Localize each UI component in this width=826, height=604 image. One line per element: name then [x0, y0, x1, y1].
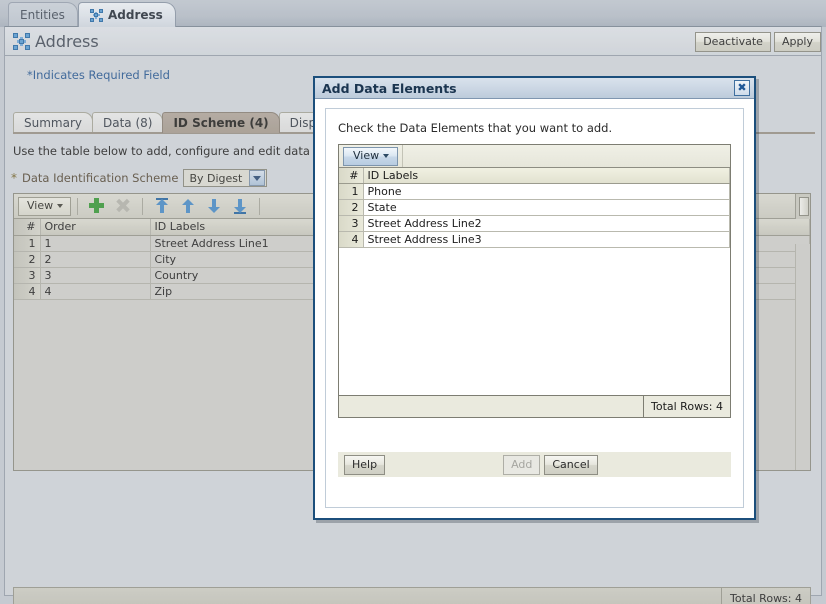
row-number: 2 — [339, 199, 364, 216]
cell-order[interactable]: 1 — [40, 235, 151, 252]
apply-button[interactable]: Apply — [773, 32, 821, 52]
header-button-group: Deactivate Apply — [695, 32, 821, 52]
dialog-footer: Help Add Cancel — [338, 452, 731, 477]
row-number: 3 — [339, 215, 364, 232]
page-title-nodes-icon — [13, 32, 30, 50]
close-icon[interactable]: ✖ — [734, 80, 750, 96]
table-vertical-scrollbar[interactable] — [795, 194, 810, 219]
row-number: 4 — [14, 283, 41, 300]
table-header-row: # ID Labels — [339, 168, 730, 184]
cell-id-label[interactable]: Phone — [363, 183, 730, 200]
data-identification-scheme-select[interactable]: By Digest — [183, 169, 268, 187]
dialog-title: Add Data Elements — [322, 80, 457, 96]
column-header-id-labels[interactable]: ID Labels — [363, 168, 730, 184]
move-up-icon[interactable] — [179, 197, 197, 215]
id-scheme-table-status-bar: Total Rows: 4 — [13, 587, 811, 604]
dialog-view-menu-label: View — [353, 148, 380, 162]
page-header: Address Deactivate Apply — [5, 27, 821, 56]
dialog-content-panel: Check the Data Elements that you want to… — [325, 108, 744, 508]
cell-order[interactable]: 2 — [40, 251, 151, 268]
data-elements-table: # ID Labels 1 Phone 2 State 3 Street Add… — [339, 168, 730, 248]
dialog-view-menu-button[interactable]: View — [343, 146, 399, 166]
table-scroll-track[interactable] — [795, 244, 810, 470]
table-row[interactable]: 2 State — [339, 199, 730, 216]
total-rows-label: Total Rows: 4 — [721, 588, 810, 604]
browser-tab-entities-label: Entities — [20, 8, 65, 22]
screen: Entities Address Address Deactivate Appl… — [0, 0, 826, 604]
row-number: 1 — [339, 183, 364, 200]
page-tabs: Summary Data (8) ID Scheme (4) Display (… — [13, 111, 366, 133]
row-number: 1 — [14, 235, 41, 252]
row-number: 2 — [14, 251, 41, 268]
add-icon[interactable] — [88, 197, 106, 215]
data-elements-table-status-bar: Total Rows: 4 — [339, 396, 730, 417]
column-header-num[interactable]: # — [339, 168, 364, 184]
browser-tab-entities[interactable]: Entities — [8, 2, 78, 27]
close-icon-glyph: ✖ — [737, 81, 747, 94]
tab-id-scheme-label: ID Scheme (4) — [173, 116, 269, 130]
chevron-down-icon — [57, 203, 64, 208]
nodes-icon — [90, 8, 103, 22]
cell-id-label[interactable]: Street Address Line2 — [363, 215, 730, 232]
move-to-top-icon[interactable] — [153, 197, 171, 215]
deactivate-button[interactable]: Deactivate — [695, 32, 771, 52]
data-identification-scheme-label: Data Identification Scheme — [22, 171, 179, 185]
data-identification-scheme-field: * Data Identification Scheme By Digest — [11, 169, 268, 187]
chevron-down-icon[interactable] — [249, 170, 266, 186]
toolbar-divider — [259, 197, 261, 215]
table-row[interactable]: 3 Street Address Line2 — [339, 215, 730, 232]
tab-summary[interactable]: Summary — [13, 112, 93, 133]
tab-summary-label: Summary — [24, 116, 82, 130]
cell-id-label[interactable]: State — [363, 199, 730, 216]
dialog-prompt: Check the Data Elements that you want to… — [338, 121, 613, 135]
move-down-icon[interactable] — [205, 197, 223, 215]
column-header-order[interactable]: Order — [40, 219, 151, 236]
help-button[interactable]: Help — [344, 454, 386, 475]
table-row[interactable]: 1 Phone — [339, 183, 730, 200]
toolbar-divider — [77, 197, 79, 215]
tab-id-scheme[interactable]: ID Scheme (4) — [162, 112, 280, 133]
cell-order[interactable]: 3 — [40, 267, 151, 284]
table-row[interactable]: 4 Street Address Line3 — [339, 231, 730, 248]
data-identification-scheme-value: By Digest — [189, 171, 243, 185]
browser-tab-address-label: Address — [108, 8, 163, 22]
column-header-num[interactable]: # — [14, 219, 41, 236]
view-menu-label: View — [27, 198, 54, 212]
tab-data-label: Data (8) — [103, 116, 153, 130]
add-button[interactable]: Add — [503, 454, 541, 475]
browser-tab-strip: Entities Address — [0, 0, 826, 27]
scrollbar-thumb[interactable] — [799, 197, 809, 216]
view-menu-button[interactable]: View — [18, 196, 72, 216]
browser-tab-address[interactable]: Address — [78, 2, 176, 27]
dialog-title-bar: Add Data Elements ✖ — [315, 78, 754, 99]
data-elements-table-toolbar: View — [339, 145, 730, 168]
move-to-bottom-icon[interactable] — [231, 197, 249, 215]
dialog-total-rows-label: Total Rows: 4 — [643, 396, 730, 417]
dialog-body: Check the Data Elements that you want to… — [315, 100, 754, 518]
page-title: Address — [35, 31, 99, 51]
row-number: 3 — [14, 267, 41, 284]
cell-order[interactable]: 4 — [40, 283, 151, 300]
required-field-note: *Indicates Required Field — [27, 68, 170, 82]
required-marker: * — [11, 171, 17, 185]
add-data-elements-dialog: Add Data Elements ✖ Check the Data Eleme… — [313, 76, 756, 520]
table-empty-area — [339, 248, 730, 396]
chevron-down-icon — [383, 153, 390, 158]
data-elements-table-panel: View # ID Labels 1 Phone 2 State 3 Stree… — [338, 144, 731, 418]
tab-data[interactable]: Data (8) — [92, 112, 164, 133]
toolbar-filler — [402, 145, 730, 167]
row-number: 4 — [339, 231, 364, 248]
delete-icon — [114, 197, 132, 215]
toolbar-divider — [142, 197, 144, 215]
cell-id-label[interactable]: Street Address Line3 — [363, 231, 730, 248]
cancel-button[interactable]: Cancel — [544, 454, 598, 475]
